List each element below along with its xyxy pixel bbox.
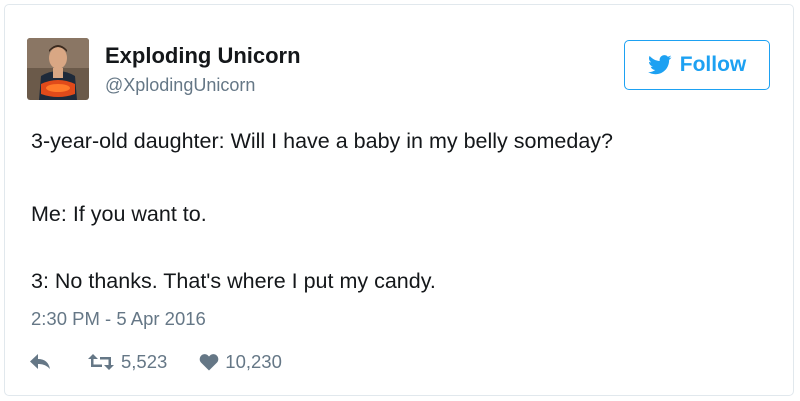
twitter-bird-icon (647, 55, 672, 75)
avatar[interactable] (27, 38, 89, 100)
profile-photo-icon (27, 38, 89, 100)
tweet-text-line: 3: No thanks. That's where I put my cand… (31, 269, 436, 293)
follow-button-label: Follow (679, 53, 747, 76)
tweet-timestamp[interactable]: 2:30 PM - 5 Apr 2016 (31, 308, 206, 330)
retweet-icon (88, 354, 114, 370)
tweet-card: Exploding Unicorn @XplodingUnicorn Follo… (4, 4, 794, 396)
author-handle[interactable]: @XplodingUnicorn (105, 75, 255, 96)
tweet-text-line: 3-year-old daughter: Will I have a baby … (31, 129, 613, 153)
retweet-button[interactable]: 5,523 (87, 351, 167, 373)
reply-button[interactable] (29, 353, 51, 371)
retweet-count: 5,523 (121, 351, 168, 372)
follow-button[interactable]: Follow (624, 40, 770, 90)
like-count: 10,230 (225, 351, 282, 372)
author-display-name[interactable]: Exploding Unicorn (105, 43, 301, 69)
reply-icon (30, 354, 50, 369)
heart-icon (199, 354, 219, 371)
tweet-actions: 5,523 10,230 (29, 350, 282, 374)
tweet-text-line: Me: If you want to. (31, 202, 207, 226)
like-button[interactable]: 10,230 (199, 351, 282, 373)
